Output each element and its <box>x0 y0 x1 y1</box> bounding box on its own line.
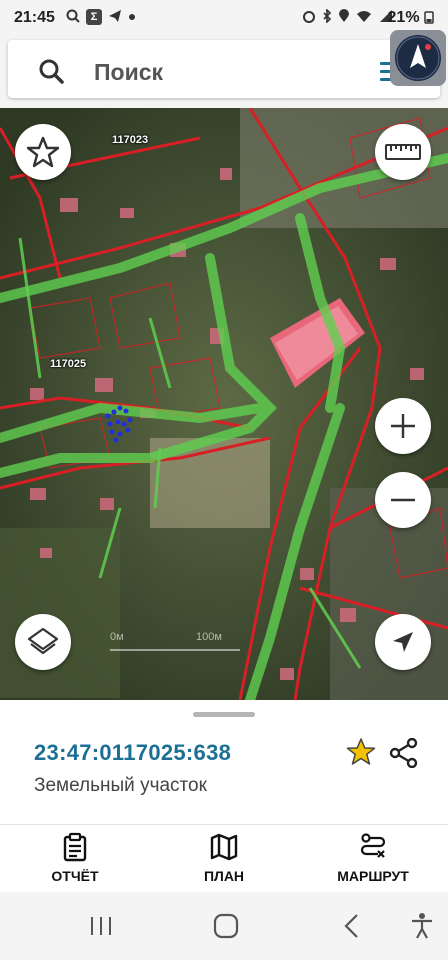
report-clipboard-icon <box>63 832 87 862</box>
status-bar: 21:45 Σ 21% <box>0 0 448 36</box>
parcel-info-panel: 23:47:0117025:638 Земельный участок ОТЧЁ… <box>0 700 448 892</box>
favorites-map-button[interactable] <box>15 124 71 180</box>
panel-drag-handle[interactable] <box>193 712 255 717</box>
location-icon <box>338 9 350 26</box>
map-plan-icon <box>210 833 238 861</box>
satellite-map <box>0 108 448 700</box>
navigator-app-badge[interactable] <box>390 30 446 86</box>
compass-icon <box>395 35 441 81</box>
cadastral-number: 23:47:0117025:638 <box>34 740 232 765</box>
star-icon[interactable] <box>346 737 376 767</box>
tab-plan[interactable]: ПЛАН <box>169 832 279 888</box>
back-icon[interactable] <box>340 912 364 940</box>
notification-dot-icon <box>128 9 136 26</box>
share-icon[interactable] <box>389 738 419 768</box>
minus-icon <box>391 498 415 502</box>
bluetooth-icon <box>322 8 332 26</box>
layers-button[interactable] <box>15 614 71 670</box>
map-scale-bar: 0м 100м <box>110 631 240 651</box>
plus-icon <box>391 414 415 438</box>
star-outline-icon <box>26 136 60 168</box>
route-icon <box>360 833 386 858</box>
tab-route-label: МАРШРУТ <box>337 868 409 884</box>
status-time: 21:45 <box>14 9 55 26</box>
alarm-icon <box>302 9 316 26</box>
scale-start-label: 0м <box>110 631 124 643</box>
panel-divider <box>0 824 448 825</box>
scale-end-label: 100м <box>196 631 222 643</box>
recent-apps-icon[interactable] <box>88 912 114 940</box>
tab-plan-label: ПЛАН <box>203 868 245 884</box>
search-area: Поиск <box>0 36 448 108</box>
sigma-app-icon: Σ <box>86 9 102 25</box>
system-navigation-bar <box>0 892 448 960</box>
zoom-in-button[interactable] <box>375 398 431 454</box>
telegram-icon <box>108 9 122 26</box>
home-icon[interactable] <box>212 912 240 940</box>
tab-report-label: ОТЧЁТ <box>51 868 99 884</box>
zoom-out-button[interactable] <box>375 472 431 528</box>
tab-report[interactable]: ОТЧЁТ <box>20 832 130 888</box>
layers-icon <box>27 627 59 655</box>
search-icon <box>66 9 80 26</box>
navigation-arrow-icon <box>393 632 413 652</box>
map-view[interactable]: 117023 117025 0м 100м <box>0 108 448 700</box>
my-location-button[interactable] <box>375 614 431 670</box>
status-left-icons: Σ <box>66 9 136 26</box>
search-input[interactable]: Поиск <box>8 40 440 98</box>
cadastral-block-label: 117025 <box>50 358 87 370</box>
ruler-measure-button[interactable] <box>375 124 431 180</box>
wifi-icon <box>356 9 372 26</box>
search-icon <box>39 59 64 84</box>
ruler-icon <box>385 144 421 160</box>
search-placeholder: Поиск <box>94 59 164 85</box>
status-right-icons <box>302 8 394 26</box>
tab-route[interactable]: МАРШРУТ <box>318 832 428 888</box>
cadastral-block-label: 117023 <box>112 134 149 146</box>
accessibility-icon[interactable] <box>410 912 434 940</box>
battery-level: 21% <box>388 9 434 27</box>
parcel-type: Земельный участок <box>34 775 207 796</box>
